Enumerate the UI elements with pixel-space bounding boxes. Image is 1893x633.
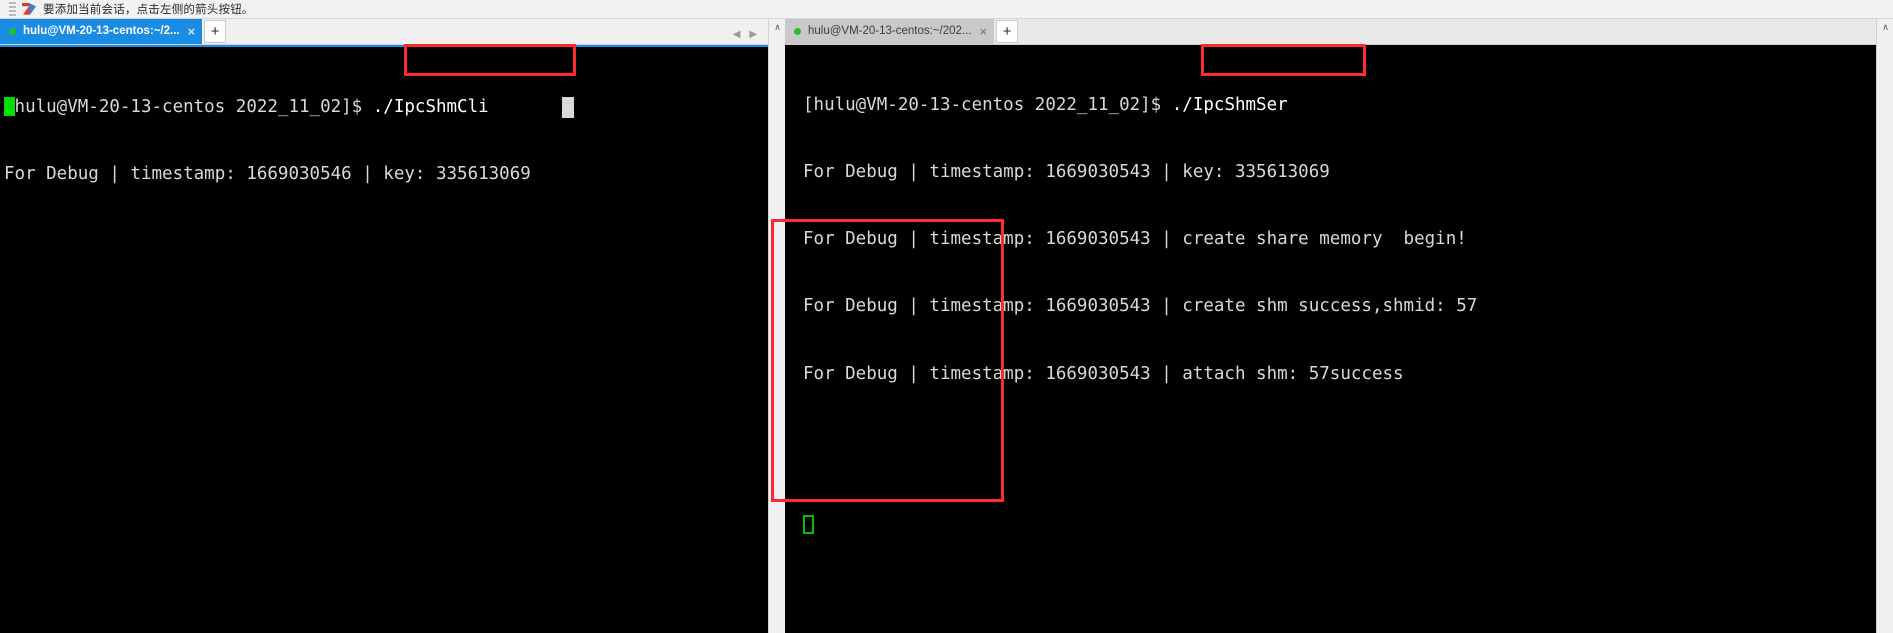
scrollbar-left[interactable]: ∧ (768, 19, 786, 633)
tab-label-right: hulu@VM-20-13-centos:~/202... (808, 25, 972, 37)
tab-next-icon[interactable]: ▶ (749, 30, 757, 40)
mouse-text-caret (562, 97, 574, 118)
notification-bar: 要添加当前会话，点击左侧的箭头按钮。 (0, 0, 1893, 19)
terminal-cursor-right (803, 515, 814, 534)
terminal-line-right-2: For Debug | timestamp: 1669030543 | crea… (803, 229, 1467, 250)
tabstrip-right: hulu@VM-20-13-centos:~/202... × + (785, 19, 1893, 45)
scroll-up-icon[interactable]: ∧ (769, 19, 786, 35)
terminal-output-left[interactable]: [hulu@VM-20-13-centos 2022_11_02]$ ./Ipc… (0, 45, 785, 633)
new-tab-button[interactable]: + (996, 20, 1019, 43)
tabstrip-left: hulu@VM-20-13-centos:~/2... × + ◀ ▶ ▼ (0, 19, 785, 45)
tab-session-left[interactable]: hulu@VM-20-13-centos:~/2... × (0, 19, 203, 44)
terminal-output-sequence: A AB ABC ABCD ABCDE ABCDEF ABCDEFG ABCDE… (803, 586, 1893, 633)
terminal-line-right-1: For Debug | timestamp: 1669030543 | key:… (803, 162, 1330, 183)
terminal-line-prompt-left: [hulu@VM-20-13-centos 2022_11_02]$ ./Ipc… (4, 96, 785, 118)
tab-prev-icon[interactable]: ◀ (733, 30, 741, 40)
terminal-line-right-4: For Debug | timestamp: 1669030543 | atta… (803, 363, 1404, 384)
command-text-left: ./IpcShmCli (372, 96, 489, 117)
terminal-line-prompt-right: [hulu@VM-20-13-centos 2022_11_02]$ ./Ipc… (803, 94, 1893, 116)
new-tab-button[interactable]: + (204, 20, 227, 43)
tab-session-right[interactable]: hulu@VM-20-13-centos:~/202... × (785, 19, 995, 44)
terminal-pane-right: hulu@VM-20-13-centos:~/202... × + [hulu@… (785, 19, 1893, 633)
screen: 要添加当前会话，点击左侧的箭头按钮。 hulu@VM-20-13-centos:… (0, 0, 1893, 633)
green-dot-icon (9, 27, 16, 35)
terminal-line-right-3: For Debug | timestamp: 1669030543 | crea… (803, 296, 1478, 317)
green-dot-icon (794, 27, 801, 35)
command-text-right: ./IpcShmSer (1171, 94, 1288, 115)
scrollbar-right[interactable]: ∧ (1876, 19, 1893, 633)
terminal-cursor-left (4, 97, 15, 116)
close-icon[interactable]: × (188, 25, 196, 38)
red-arrow-icon (21, 2, 37, 16)
terminal-pane-left: hulu@VM-20-13-centos:~/2... × + ◀ ▶ ▼ [h… (0, 19, 786, 633)
drag-grip-icon[interactable] (9, 1, 16, 17)
terminal-output-right[interactable]: [hulu@VM-20-13-centos 2022_11_02]$ ./Ipc… (785, 45, 1893, 633)
notification-text: 要添加当前会话，点击左侧的箭头按钮。 (43, 2, 254, 16)
scroll-up-icon[interactable]: ∧ (1877, 19, 1893, 35)
tab-label-left: hulu@VM-20-13-centos:~/2... (23, 25, 180, 37)
prompt-text-right: [hulu@VM-20-13-centos 2022_11_02]$ (803, 94, 1172, 115)
prompt-text-left: [hulu@VM-20-13-centos 2022_11_02]$ (4, 96, 373, 117)
terminal-line-left-1: For Debug | timestamp: 1669030546 | key:… (4, 164, 531, 185)
close-icon[interactable]: × (980, 25, 988, 38)
terminal-blank-gap (803, 452, 1893, 518)
